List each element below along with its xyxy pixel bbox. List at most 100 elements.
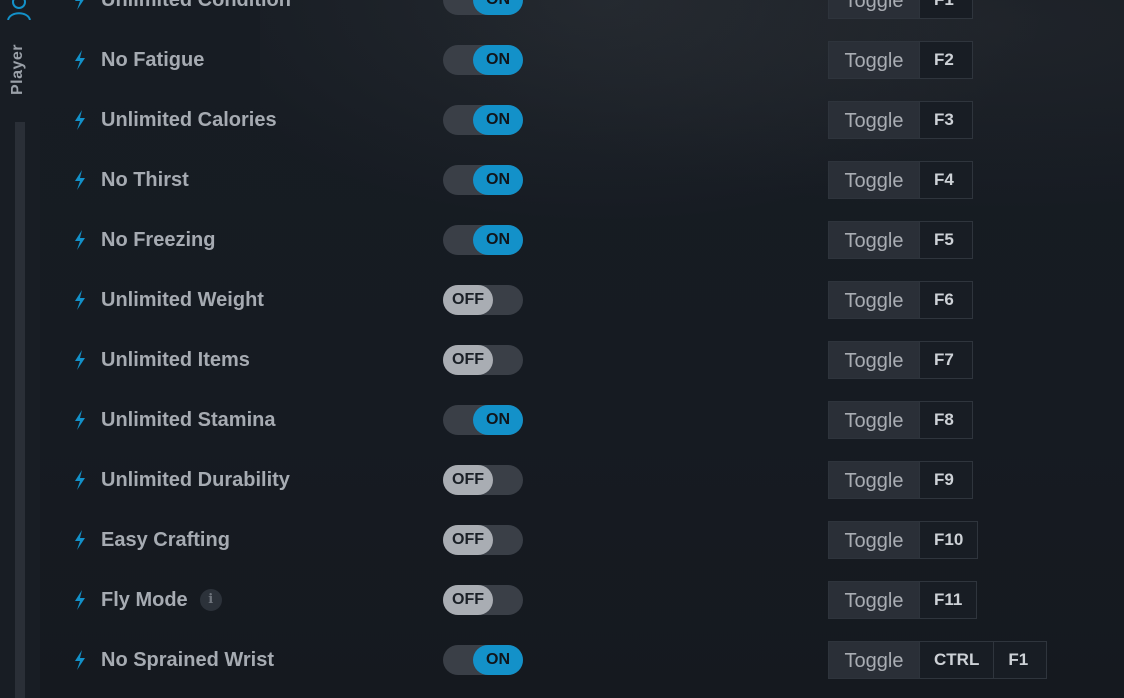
toggle-switch[interactable]: ON xyxy=(443,225,523,255)
hotkey-badge[interactable]: F7 xyxy=(920,341,973,379)
toggle-state-label: ON xyxy=(473,225,523,255)
cheat-name-label: Easy Crafting xyxy=(101,529,230,551)
hotkey-badge[interactable]: F1 xyxy=(920,0,973,19)
cheat-row: Unlimited Stamina ON Toggle F8 xyxy=(0,400,1124,440)
hotkey-badge[interactable]: F3 xyxy=(920,101,973,139)
hotkey-badge[interactable]: F6 xyxy=(920,281,973,319)
lightning-bolt-icon xyxy=(72,50,88,70)
toggle-button[interactable]: Toggle xyxy=(828,641,920,679)
hotkey-badge[interactable]: F5 xyxy=(920,221,973,259)
toggle-state-label: ON xyxy=(473,405,523,435)
hotkey-group: Toggle F10 xyxy=(828,521,979,559)
hotkey-badge[interactable]: F1 xyxy=(994,641,1048,679)
hotkey-group: ToggleF1 xyxy=(828,0,973,19)
hotkey-group: Toggle F6 xyxy=(828,281,973,319)
cheat-name: Unlimited Stamina xyxy=(101,409,275,431)
cheat-name: Unlimited Calories xyxy=(101,109,277,131)
lightning-bolt-icon xyxy=(72,590,88,610)
cheat-name: Unlimited Items xyxy=(101,349,250,371)
lightning-bolt-icon xyxy=(72,0,88,10)
hotkey-group: Toggle F5 xyxy=(828,221,973,259)
hotkey-badge[interactable]: F9 xyxy=(920,461,973,499)
toggle-button[interactable]: Toggle xyxy=(828,281,920,319)
cheat-name: Fly Mode i xyxy=(101,589,222,611)
toggle-button[interactable]: Toggle xyxy=(828,341,920,379)
lightning-bolt-icon xyxy=(72,290,88,310)
toggle-state-label: OFF xyxy=(443,285,493,315)
toggle-button[interactable]: Toggle xyxy=(828,461,920,499)
cheat-row: No Fatigue ON Toggle F2 xyxy=(0,40,1124,80)
toggle-state-label: OFF xyxy=(443,465,493,495)
cheat-row: Unlimited Weight OFF Toggle F6 xyxy=(0,280,1124,320)
cheat-name-label: Fly Mode xyxy=(101,589,188,611)
cheat-row: No Sprained Wrist ON Toggle CTRL F1 xyxy=(0,640,1124,680)
toggle-state-label: ON xyxy=(473,165,523,195)
hotkey-badge[interactable]: F4 xyxy=(920,161,973,199)
cheat-row: No Thirst ON Toggle F4 xyxy=(0,160,1124,200)
hotkey-badge[interactable]: F10 xyxy=(920,521,979,559)
hotkey-group: Toggle F8 xyxy=(828,401,973,439)
cheat-name: Unlimited Durability xyxy=(101,469,290,491)
info-icon[interactable]: i xyxy=(199,589,222,611)
cheat-name-label: No Thirst xyxy=(101,169,189,191)
cheat-row: No Freezing ON Toggle F5 xyxy=(0,220,1124,260)
hotkey-group: Toggle F9 xyxy=(828,461,973,499)
hotkey-badge[interactable]: F8 xyxy=(920,401,973,439)
cheat-name-label: No Sprained Wrist xyxy=(101,649,274,671)
toggle-button[interactable]: Toggle xyxy=(828,41,920,79)
toggle-switch[interactable]: ON xyxy=(443,405,523,435)
hotkey-group: Toggle F11 xyxy=(828,581,978,619)
cheat-name-label: Unlimited Durability xyxy=(101,469,290,491)
toggle-switch[interactable]: ON xyxy=(443,165,523,195)
toggle-switch[interactable]: ON xyxy=(443,45,523,75)
cheat-name: No Freezing xyxy=(101,229,215,251)
cheat-name-label: Unlimited Calories xyxy=(101,109,277,131)
toggle-switch[interactable]: OFF xyxy=(443,465,523,495)
toggle-switch[interactable]: ON xyxy=(443,645,523,675)
toggle-state-label: OFF xyxy=(443,585,493,615)
cheat-name-label: Unlimited Items xyxy=(101,349,250,371)
cheat-name-label: No Freezing xyxy=(101,229,216,251)
cheat-row: Unlimited Durability OFF Toggle F9 xyxy=(0,460,1124,500)
toggle-button[interactable]: Toggle xyxy=(828,161,920,199)
cheat-name-label: Unlimited Stamina xyxy=(101,409,276,431)
lightning-bolt-icon xyxy=(72,350,88,370)
cheat-row: Fly Mode i OFF Toggle F11 xyxy=(0,580,1124,620)
toggle-button[interactable]: Toggle xyxy=(828,521,920,559)
lightning-bolt-icon xyxy=(72,530,88,550)
cheat-name-label: Unlimited Condition xyxy=(101,0,291,11)
toggle-switch[interactable]: ON xyxy=(443,105,523,135)
toggle-switch[interactable]: OFF xyxy=(443,285,523,315)
lightning-bolt-icon xyxy=(72,650,88,670)
toggle-switch[interactable]: ON xyxy=(443,0,523,15)
hotkey-badge[interactable]: F2 xyxy=(920,41,973,79)
hotkey-group: Toggle CTRL F1 xyxy=(828,641,1048,679)
hotkey-group: Toggle F7 xyxy=(828,341,973,379)
cheat-name: No Thirst xyxy=(101,169,189,191)
lightning-bolt-icon xyxy=(72,110,88,130)
hotkey-group: Toggle F4 xyxy=(828,161,973,199)
cheat-name: Unlimited Weight xyxy=(101,289,264,311)
toggle-switch[interactable]: OFF xyxy=(443,585,523,615)
cheat-name: No Fatigue xyxy=(101,49,204,71)
trainer-window: Player Unlimited ConditionONToggleF1No F… xyxy=(0,0,1124,698)
cheat-name: Easy Crafting xyxy=(101,529,230,551)
toggle-switch[interactable]: OFF xyxy=(443,345,523,375)
toggle-button[interactable]: Toggle xyxy=(828,581,920,619)
cheat-row: Unlimited Items OFF Toggle F7 xyxy=(0,340,1124,380)
toggle-button[interactable]: Toggle xyxy=(828,0,920,19)
lightning-bolt-icon xyxy=(72,230,88,250)
cheat-name: No Sprained Wrist xyxy=(101,649,274,671)
toggle-state-label: ON xyxy=(473,645,523,675)
hotkey-badge[interactable]: F11 xyxy=(920,581,978,619)
hotkey-badge[interactable]: CTRL xyxy=(920,641,995,679)
toggle-button[interactable]: Toggle xyxy=(828,401,920,439)
toggle-button[interactable]: Toggle xyxy=(828,221,920,259)
hotkey-group: Toggle F3 xyxy=(828,101,973,139)
lightning-bolt-icon xyxy=(72,470,88,490)
toggle-button[interactable]: Toggle xyxy=(828,101,920,139)
toggle-switch[interactable]: OFF xyxy=(443,525,523,555)
toggle-state-label: ON xyxy=(473,45,523,75)
hotkey-group: Toggle F2 xyxy=(828,41,973,79)
cheat-row: Unlimited Condition ON ToggleF1 xyxy=(0,0,1124,20)
